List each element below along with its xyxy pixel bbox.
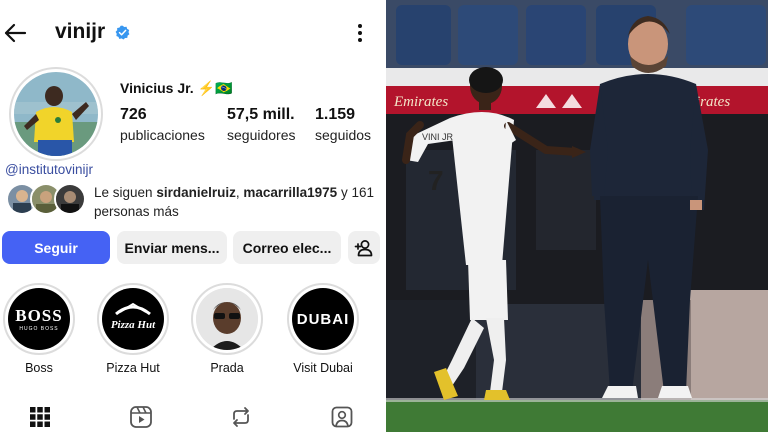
highlight-pizza-hut[interactable]: Pizza Hut Pizza Hut bbox=[94, 283, 172, 375]
instagram-profile-panel: vinijr Vinicius Jr. ⚡🇧🇷 726 publicacione… bbox=[0, 0, 386, 432]
news-photo: Emirates irates 7 VINI JR bbox=[386, 0, 768, 432]
highlight-label: Boss bbox=[25, 361, 53, 375]
reels-icon[interactable] bbox=[129, 405, 153, 429]
stat-following-value: 1.159 bbox=[315, 106, 356, 123]
grid-icon[interactable] bbox=[28, 405, 52, 429]
stat-followers-value: 57,5 mill. bbox=[227, 106, 295, 123]
dubai-logo-text: DUBAI bbox=[296, 310, 350, 328]
suggest-people-button[interactable] bbox=[348, 231, 380, 264]
highlight-visit-dubai[interactable]: DUBAI Visit Dubai bbox=[284, 283, 362, 375]
content-tabs bbox=[0, 402, 386, 432]
stat-following-label: seguidos bbox=[315, 127, 372, 143]
jersey-number: 7 bbox=[428, 165, 444, 196]
stadium-scene: Emirates irates 7 VINI JR bbox=[386, 0, 768, 432]
ad-board-text: Emirates bbox=[393, 94, 448, 110]
ad-board-text-2: irates bbox=[696, 94, 730, 110]
highlight-label: Prada bbox=[210, 361, 244, 375]
stat-posts-label: publicaciones bbox=[120, 127, 205, 143]
profile-username: vinijr bbox=[55, 20, 106, 43]
stat-posts-value: 726 bbox=[120, 106, 147, 123]
mutual-followers-avatars[interactable] bbox=[6, 183, 86, 215]
reposts-icon[interactable] bbox=[229, 405, 253, 429]
verified-badge-icon bbox=[115, 25, 130, 40]
stat-following[interactable]: 1.159 seguidos bbox=[315, 106, 371, 143]
profile-avatar[interactable] bbox=[9, 67, 103, 161]
add-person-icon bbox=[354, 239, 373, 256]
back-arrow-icon[interactable] bbox=[2, 20, 28, 46]
avatar-photo bbox=[14, 72, 98, 156]
prada-photo bbox=[196, 288, 258, 350]
stat-followers[interactable]: 57,5 mill. seguidores bbox=[227, 106, 296, 143]
highlight-ring: Pizza Hut bbox=[97, 283, 169, 355]
followed-user-2: macarrilla1975 bbox=[243, 185, 338, 200]
more-vertical-icon[interactable] bbox=[350, 21, 370, 45]
stat-posts[interactable]: 726 publicaciones bbox=[120, 106, 205, 143]
profile-header: vinijr bbox=[0, 16, 386, 50]
jersey-name: VINI JR bbox=[422, 132, 454, 142]
email-button[interactable]: Correo elec... bbox=[233, 231, 341, 264]
mutual-avatar bbox=[54, 183, 86, 215]
message-button[interactable]: Enviar mens... bbox=[117, 231, 227, 264]
highlight-prada[interactable]: Prada bbox=[188, 283, 266, 375]
highlight-ring: BOSS HUGO BOSS bbox=[3, 283, 75, 355]
highlight-label: Visit Dubai bbox=[293, 361, 353, 375]
boss-logo-text: BOSS bbox=[15, 306, 63, 325]
stat-followers-label: seguidores bbox=[227, 127, 296, 143]
followed-prefix: Le siguen bbox=[94, 185, 157, 200]
pizza-hut-logo-text: Pizza Hut bbox=[111, 319, 156, 331]
follow-button[interactable]: Seguir bbox=[2, 231, 110, 264]
visit-dubai-logo: DUBAI bbox=[292, 288, 354, 350]
boss-logo: BOSS HUGO BOSS bbox=[8, 288, 70, 350]
highlight-boss[interactable]: BOSS HUGO BOSS Boss bbox=[0, 283, 78, 375]
highlight-ring: DUBAI bbox=[287, 283, 359, 355]
boss-logo-subtext: HUGO BOSS bbox=[19, 326, 59, 332]
followed-user-1: sirdanielruiz bbox=[156, 185, 236, 200]
highlight-ring bbox=[191, 283, 263, 355]
followed-by-text[interactable]: Le siguen sirdanielruiz, macarrilla1975 … bbox=[94, 183, 379, 221]
highlight-label: Pizza Hut bbox=[106, 361, 160, 375]
pizza-hut-logo: Pizza Hut bbox=[102, 288, 164, 350]
bio-link[interactable]: @institutovinijr bbox=[5, 162, 93, 177]
display-name: Vinicius Jr. ⚡🇧🇷 bbox=[120, 80, 233, 96]
tagged-icon[interactable] bbox=[330, 405, 354, 429]
